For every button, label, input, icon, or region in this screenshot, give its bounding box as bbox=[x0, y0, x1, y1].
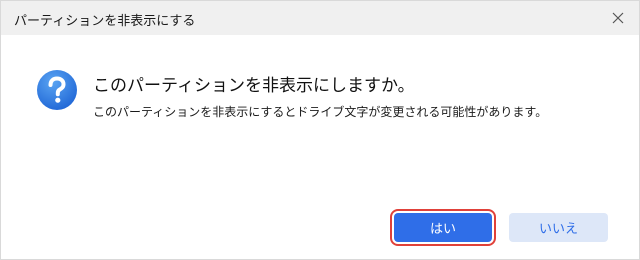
close-icon bbox=[612, 12, 624, 24]
dialog-heading: このパーティションを非表示にしますか。 bbox=[93, 76, 415, 96]
title-bar: パーティションを非表示にする bbox=[1, 1, 639, 35]
hide-partition-dialog: パーティションを非表示にする このパーティションを非表示にしますか。 このパーテ… bbox=[0, 0, 640, 260]
yes-button[interactable]: はい bbox=[394, 213, 492, 242]
dialog-content: このパーティションを非表示にしますか。 このパーティションを非表示にするとドライ… bbox=[1, 35, 639, 259]
close-button[interactable] bbox=[609, 9, 627, 27]
no-button[interactable]: いいえ bbox=[509, 213, 608, 242]
dialog-title: パーティションを非表示にする bbox=[14, 14, 196, 29]
question-icon bbox=[37, 70, 77, 110]
dialog-message: このパーティションを非表示にするとドライブ文字が変更される可能性があります。 bbox=[93, 105, 548, 119]
